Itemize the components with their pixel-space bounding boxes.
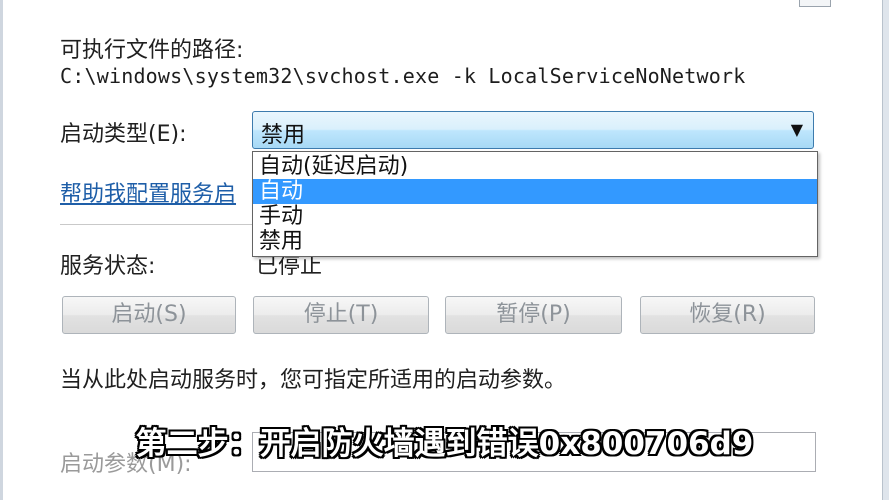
video-caption: 第二步：开启防火墙遇到错误0x800706d9 xyxy=(135,426,754,462)
pause-button[interactable]: 暂停(P) xyxy=(445,296,622,334)
help-configure-link[interactable]: 帮助我配置服务启 xyxy=(60,176,236,208)
dropdown-option-disabled[interactable]: 禁用 xyxy=(253,229,817,254)
exe-path-label: 可执行文件的路径: xyxy=(60,38,244,63)
startup-type-label: 启动类型(E): xyxy=(60,122,187,147)
dropdown-option-automatic[interactable]: 自动 xyxy=(253,179,817,204)
startup-type-select[interactable]: 禁用 ▼ xyxy=(252,111,814,149)
dropdown-option-manual[interactable]: 手动 xyxy=(253,204,817,229)
start-params-description: 当从此处启动服务时，您可指定所适用的启动参数。 xyxy=(60,368,567,393)
chevron-down-icon[interactable]: ▼ xyxy=(791,120,803,139)
exe-path-value: C:\windows\system32\svchost.exe -k Local… xyxy=(60,64,746,88)
dropdown-option-automatic-delayed[interactable]: 自动(延迟启动) xyxy=(253,154,817,179)
startup-type-dropdown-list: 自动(延迟启动) 自动 手动 禁用 xyxy=(252,151,818,257)
stop-button[interactable]: 停止(T) xyxy=(253,296,429,334)
service-status-label: 服务状态: xyxy=(60,254,156,279)
close-button-edge[interactable] xyxy=(799,0,831,7)
start-button[interactable]: 启动(S) xyxy=(62,296,236,334)
startup-type-value: 禁用 xyxy=(261,123,306,148)
resume-button[interactable]: 恢复(R) xyxy=(640,296,815,334)
